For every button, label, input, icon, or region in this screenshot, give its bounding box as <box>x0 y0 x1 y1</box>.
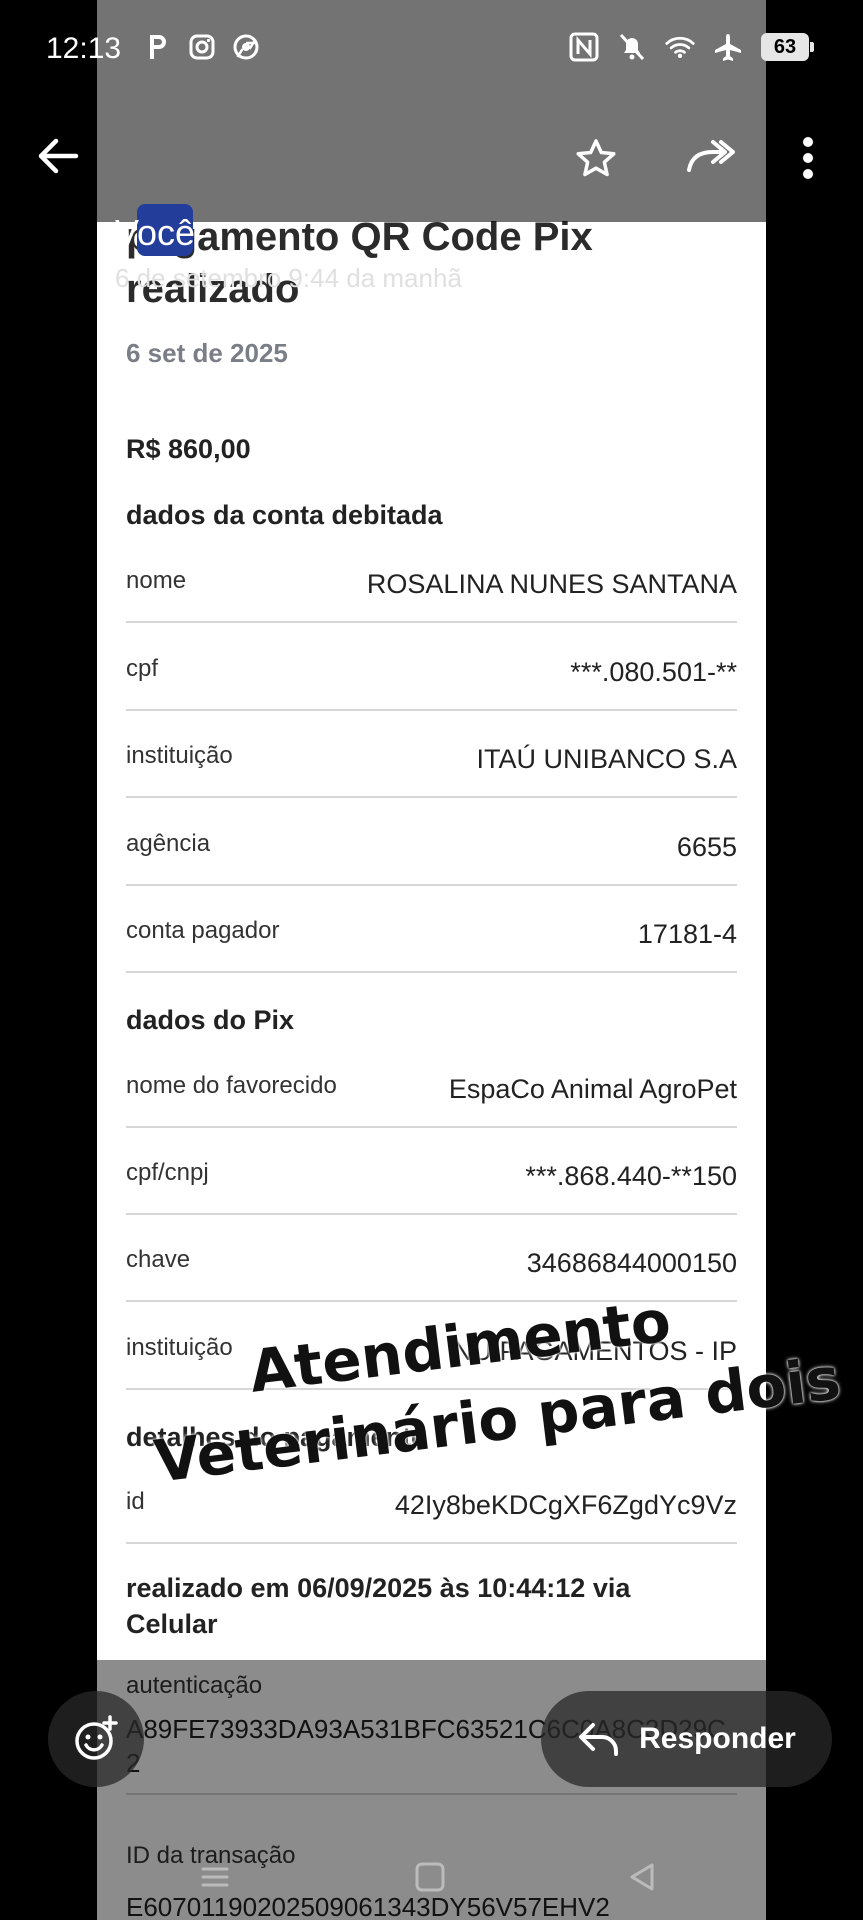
home-icon <box>415 1862 445 1892</box>
forward-icon <box>687 140 735 172</box>
status-time: 12:13 <box>46 32 122 65</box>
recents-icon <box>201 1867 229 1887</box>
bell-muted-icon <box>617 32 647 62</box>
reply-button[interactable]: Responder <box>541 1691 832 1787</box>
receipt-row: cpf ***.080.501-** <box>126 655 737 711</box>
wifi-icon <box>665 32 695 62</box>
row-label: agência <box>126 830 211 857</box>
receipt-row: conta pagador 17181-4 <box>126 917 737 973</box>
notification-icons <box>143 32 261 62</box>
instagram-icon <box>187 32 217 62</box>
row-value: 17181-4 <box>637 919 737 949</box>
add-reaction-button[interactable] <box>48 1691 144 1787</box>
pix-section-heading: dados do Pix <box>126 1005 295 1035</box>
system-icons: 63 <box>569 32 814 62</box>
receipt-row: nome do favorecido EspaCo Animal AgroPet <box>126 1072 737 1128</box>
row-label: instituição <box>126 742 233 769</box>
row-value: 34686844000150 <box>526 1248 737 1278</box>
more-vert-icon <box>803 137 813 179</box>
reply-icon <box>579 1723 619 1756</box>
row-value: 6655 <box>676 832 737 862</box>
debited-section-heading: dados da conta debitada <box>126 500 443 530</box>
row-value: ROSALINA NUNES SANTANA <box>366 569 737 599</box>
row-value: 42Iy8beKDCgXF6ZgdYc9Vz <box>394 1490 737 1520</box>
home-button[interactable] <box>400 1852 460 1902</box>
row-label: nome <box>126 567 187 594</box>
forward-button[interactable] <box>680 128 740 184</box>
airplane-mode-icon <box>713 32 743 62</box>
sender-name: Você <box>115 212 196 253</box>
star-button[interactable] <box>568 130 624 186</box>
system-navigation-bar <box>0 1840 863 1920</box>
row-label: nome do favorecido <box>126 1072 337 1099</box>
arrow-left-icon <box>38 138 79 174</box>
more-options-button[interactable] <box>786 128 830 188</box>
receipt-row: instituição ITAÚ UNIBANCO S.A <box>126 742 737 798</box>
back-triangle-icon <box>630 1863 654 1891</box>
row-label: conta pagador <box>126 917 280 944</box>
receipt-row: id 42Iy8beKDCgXF6ZgdYc9Vz <box>126 1488 737 1544</box>
row-label: cpf <box>126 655 159 682</box>
receipt-date: 6 set de 2025 <box>126 338 288 368</box>
receipt-row: nome ROSALINA NUNES SANTANA <box>126 567 737 623</box>
reply-label: Responder <box>639 1722 796 1755</box>
realized-text: realizado em 06/09/2025 às 10:44:12 via … <box>126 1573 631 1639</box>
recents-button[interactable] <box>185 1852 245 1902</box>
row-label: id <box>126 1488 145 1515</box>
status-bar: 12:13 63 <box>0 0 863 100</box>
add-reaction-icon <box>75 1715 118 1760</box>
chrome-icon <box>231 32 261 62</box>
sent-date: 6 de setembro 9:44 da manhã <box>115 263 462 293</box>
receipt-row: cpf/cnpj ***.868.440-**150 <box>126 1159 737 1215</box>
row-label: cpf/cnpj <box>126 1159 209 1186</box>
row-label: chave <box>126 1246 191 1273</box>
receipt-amount: R$ 860,00 <box>126 434 251 464</box>
star-icon <box>576 139 616 177</box>
back-button[interactable] <box>30 128 86 184</box>
row-value: EspaCo Animal AgroPet <box>448 1074 737 1104</box>
battery-indicator: 63 <box>761 33 814 61</box>
parking-app-icon <box>143 32 173 62</box>
nfc-icon <box>569 32 599 62</box>
row-value: ***.080.501-** <box>570 657 737 687</box>
row-label: instituição <box>126 1334 233 1361</box>
receipt-row: agência 6655 <box>126 830 737 886</box>
back-nav-button[interactable] <box>612 1852 672 1902</box>
row-value: ***.868.440-**150 <box>525 1161 737 1191</box>
row-value: ITAÚ UNIBANCO S.A <box>476 744 737 774</box>
